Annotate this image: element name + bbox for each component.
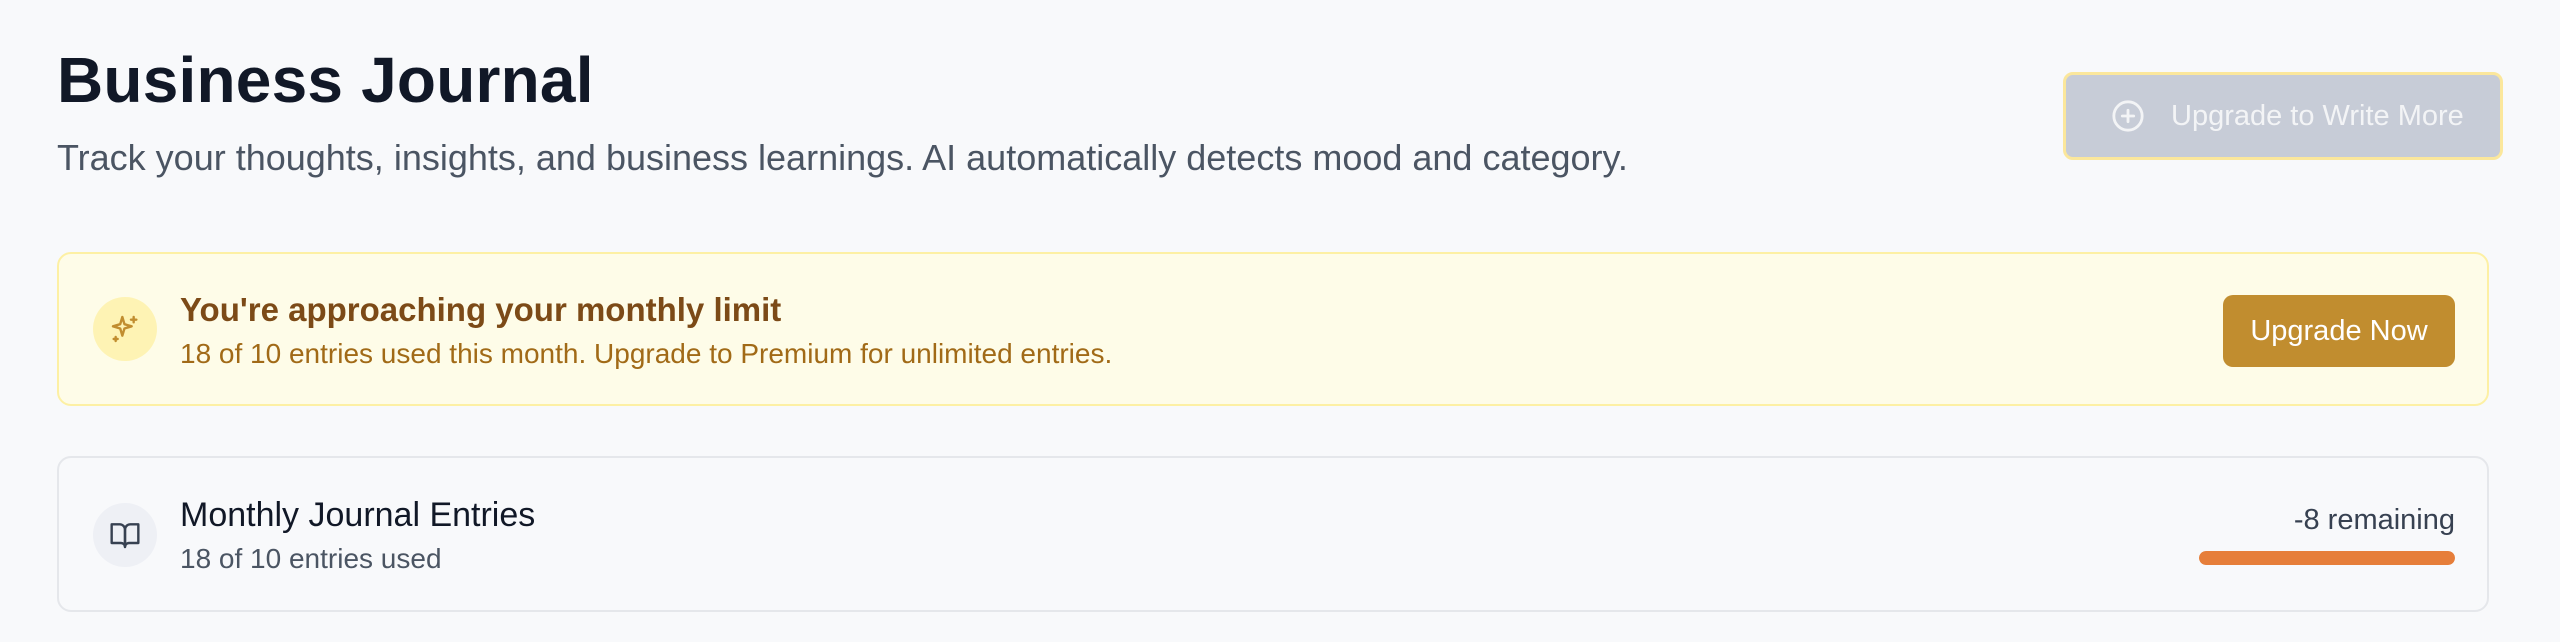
page-header: Business Journal Track your thoughts, in… — [57, 44, 2503, 194]
limit-warning-banner: You're approaching your monthly limit 18… — [57, 252, 2489, 406]
upgrade-to-write-more-button[interactable]: Upgrade to Write More — [2063, 72, 2503, 160]
plus-circle-icon — [2111, 99, 2145, 133]
remaining-count: -8 remaining — [2293, 504, 2455, 536]
usage-progress-bar — [2199, 551, 2455, 565]
usage-subtitle: 18 of 10 entries used — [180, 543, 442, 574]
upgrade-to-write-more-label: Upgrade to Write More — [2171, 99, 2464, 132]
page-subtitle: Track your thoughts, insights, and busin… — [57, 137, 1628, 178]
monthly-usage-card: Monthly Journal Entries 18 of 10 entries… — [57, 456, 2489, 612]
journal-page: Business Journal Track your thoughts, in… — [0, 0, 2560, 642]
upgrade-now-button[interactable]: Upgrade Now — [2223, 295, 2455, 367]
limit-banner-title: You're approaching your monthly limit — [180, 291, 782, 328]
book-open-icon — [93, 503, 157, 567]
page-title: Business Journal — [57, 44, 594, 116]
usage-progress-fill — [2199, 551, 2455, 565]
limit-banner-message: 18 of 10 entries used this month. Upgrad… — [180, 338, 1113, 369]
usage-title: Monthly Journal Entries — [180, 496, 536, 534]
sparkles-icon — [93, 297, 157, 361]
